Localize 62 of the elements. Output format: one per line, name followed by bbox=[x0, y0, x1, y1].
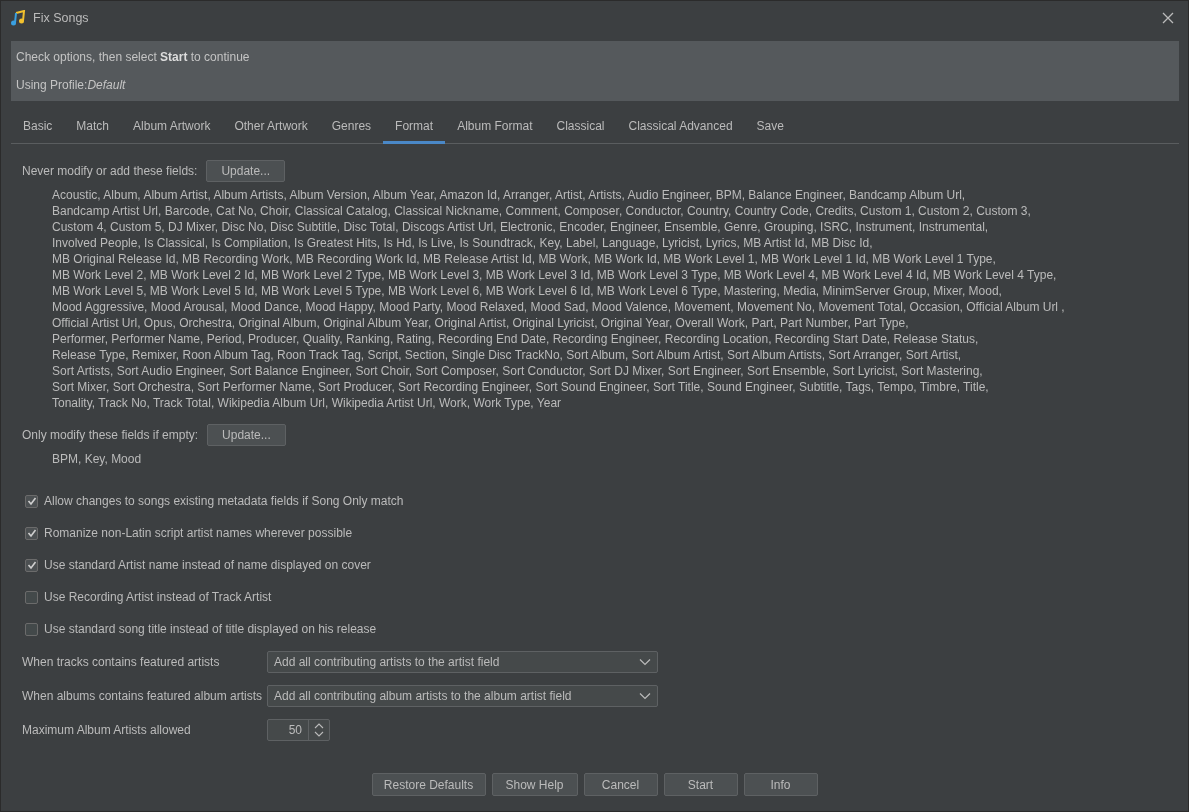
field-list-text: MB Original Release Id, MB Recording Work, MB Recording Work Id, MB Release Artist Id, MB Work, MB Work Id, MB Work Level 1, MB Work Level 1 Id, MB Work Level 1 Type, bbox=[52, 251, 997, 267]
tab[interactable]: Other Artwork bbox=[222, 111, 320, 144]
field-list-text: Release Type, Remixer, Roon Album Tag, Roon Track Tag, Script, Section, Single Disc TrackNo, Sort Album, Sort Album Artist, Sort Album Artists, Sort Arranger, Sort Artist, bbox=[52, 347, 963, 363]
checkbox[interactable] bbox=[25, 590, 38, 604]
checkmark-icon bbox=[26, 528, 37, 538]
profile-label: Using Profile: bbox=[16, 78, 88, 92]
checkmark-icon bbox=[26, 496, 37, 506]
tab[interactable]: Match bbox=[64, 111, 122, 144]
tab[interactable]: Classical Advanced bbox=[616, 111, 745, 144]
dialog-button[interactable]: Start bbox=[663, 773, 738, 796]
up-down-arrows-icon bbox=[314, 722, 324, 738]
chevron-down-icon bbox=[639, 692, 651, 700]
field-list-text: Tonality, Track No, Track Total, Wikipedia Album Url, Wikipedia Artist Url, Work, Work Type, Year bbox=[52, 395, 563, 411]
dropdown[interactable]: Add all contributing artists to the artist field bbox=[267, 651, 658, 673]
checkbox-label: Use standard Artist name instead of name displayed on cover bbox=[44, 558, 371, 572]
checkbox[interactable] bbox=[25, 622, 38, 636]
field-list-text: MB Work Level 2, MB Work Level 2 Id, MB Work Level 2 Type, MB Work Level 3, MB Work Level 3 Id, MB Work Level 3 Type, MB Work Level 4, MB Work Level 4 Id, MB Work Level 4 Type, bbox=[52, 267, 1058, 283]
number-spinner[interactable]: 50 bbox=[267, 719, 330, 741]
tab[interactable]: Basic bbox=[11, 111, 65, 144]
field-list-text: BPM, Key, Mood bbox=[52, 451, 143, 467]
window-title: Fix Songs bbox=[33, 10, 89, 25]
dropdown[interactable]: Add all contributing album artists to the album artist field bbox=[267, 685, 658, 707]
field-list-text: Performer, Performer Name, Period, Producer, Quality, Ranking, Rating, Recording End Date, Recording Engineer, Recording Location, Recording Start Date, Release Status, bbox=[52, 331, 980, 347]
close-icon bbox=[1162, 11, 1174, 24]
update-button[interactable]: Update... bbox=[207, 424, 286, 446]
checkmark-icon bbox=[26, 560, 37, 570]
tab[interactable]: Save bbox=[744, 111, 796, 144]
chevron-down-icon bbox=[639, 658, 651, 666]
profile-name: Default bbox=[87, 78, 126, 92]
tab[interactable]: Genres bbox=[319, 111, 384, 144]
field-list-text: Custom 4, Custom 5, DJ Mixer, Disc No, Disc Subtitle, Disc Total, Discogs Artist Url, Electronic, Encoder, Engineer, Ensemble, Genre, Grouping, ISRC, Instrument, Instrumental, bbox=[52, 219, 990, 235]
checkbox-label: Use standard song title instead of title displayed on his release bbox=[44, 622, 377, 636]
field-label: Never modify or add these fields: bbox=[22, 164, 198, 178]
instruction-text: Check options, then select Start to continue bbox=[16, 50, 251, 64]
field-list-text: Involved People, Is Classical, Is Compilation, Is Greatest Hits, Is Hd, Is Live, Is Soundtrack, Key, Label, Language, Lyricist, Lyrics, MB Artist Id, MB Disc Id, bbox=[52, 235, 874, 251]
setting-label: When albums contains featured album artists bbox=[22, 689, 264, 703]
checkbox-label: Use Recording Artist instead of Track Artist bbox=[44, 590, 272, 604]
field-list-text: Sort Artists, Sort Audio Engineer, Sort Balance Engineer, Sort Choir, Sort Composer, Sort Conductor, Sort DJ Mixer, Sort Engineer, Sort Ensemble, Sort Lyricist, Sort Mastering, bbox=[52, 363, 984, 379]
field-list-text: Bandcamp Artist Url, Barcode, Cat No, Choir, Classical Catalog, Classical Nickname, Comment, Composer, Conductor, Country, Country Code, Credits, Custom 1, Custom 2, Custom 3, bbox=[52, 203, 1032, 219]
checkbox-label: Romanize non-Latin script artist names wherever possible bbox=[44, 526, 353, 540]
checkbox[interactable] bbox=[25, 494, 38, 508]
dialog-button[interactable]: Restore Defaults bbox=[371, 773, 486, 796]
field-list-text: Acoustic, Album, Album Artist, Album Artists, Album Version, Album Year, Amazon Id, Arranger, Artist, Artists, Audio Engineer, BPM, Balance Engineer, Bandcamp Album Url, bbox=[52, 187, 967, 203]
checkbox[interactable] bbox=[25, 526, 38, 540]
checkbox-label: Allow changes to songs existing metadata fields if Song Only match bbox=[44, 494, 404, 508]
field-list-text: MB Work Level 5, MB Work Level 5 Id, MB Work Level 5 Type, MB Work Level 6, MB Work Level 6 Id, MB Work Level 6 Type, Mastering, Media, MinimServer Group, Mixer, Mood, bbox=[52, 283, 1003, 299]
setting-label: When tracks contains featured artists bbox=[22, 655, 221, 669]
music-note-icon bbox=[10, 9, 26, 26]
checkbox[interactable] bbox=[25, 558, 38, 572]
field-label: Only modify these fields if empty: bbox=[22, 428, 199, 442]
tab[interactable]: Format bbox=[383, 111, 446, 144]
tab[interactable]: Album Format bbox=[445, 111, 545, 144]
dialog-button[interactable]: Show Help bbox=[491, 773, 578, 796]
field-list-text: Official Artist Url, Opus, Orchestra, Original Album, Original Album Year, Original Artist, Original Lyricist, Original Year, Overall Work, Part, Part Number, Part Type, bbox=[52, 315, 910, 331]
tab[interactable]: Album Artwork bbox=[121, 111, 223, 144]
field-list-text: Sort Mixer, Sort Orchestra, Sort Performer Name, Sort Producer, Sort Recording Engineer, Sort Sound Engineer, Sort Title, Sound Engineer, Subtitle, Tags, Tempo, Timbre, Title, bbox=[52, 379, 990, 395]
dialog-button[interactable]: Info bbox=[743, 773, 818, 796]
field-list-text: Mood Aggressive, Mood Arousal, Mood Dance, Mood Happy, Mood Party, Mood Relaxed, Mood Sad, Mood Valence, Movement, Movement No, Movement Total, Occasion, Official Album Url , bbox=[52, 299, 1066, 315]
tab[interactable]: Classical bbox=[544, 111, 617, 144]
setting-label: Maximum Album Artists allowed bbox=[22, 723, 192, 737]
update-button[interactable]: Update... bbox=[206, 160, 286, 182]
dialog-button[interactable]: Cancel bbox=[583, 773, 658, 796]
